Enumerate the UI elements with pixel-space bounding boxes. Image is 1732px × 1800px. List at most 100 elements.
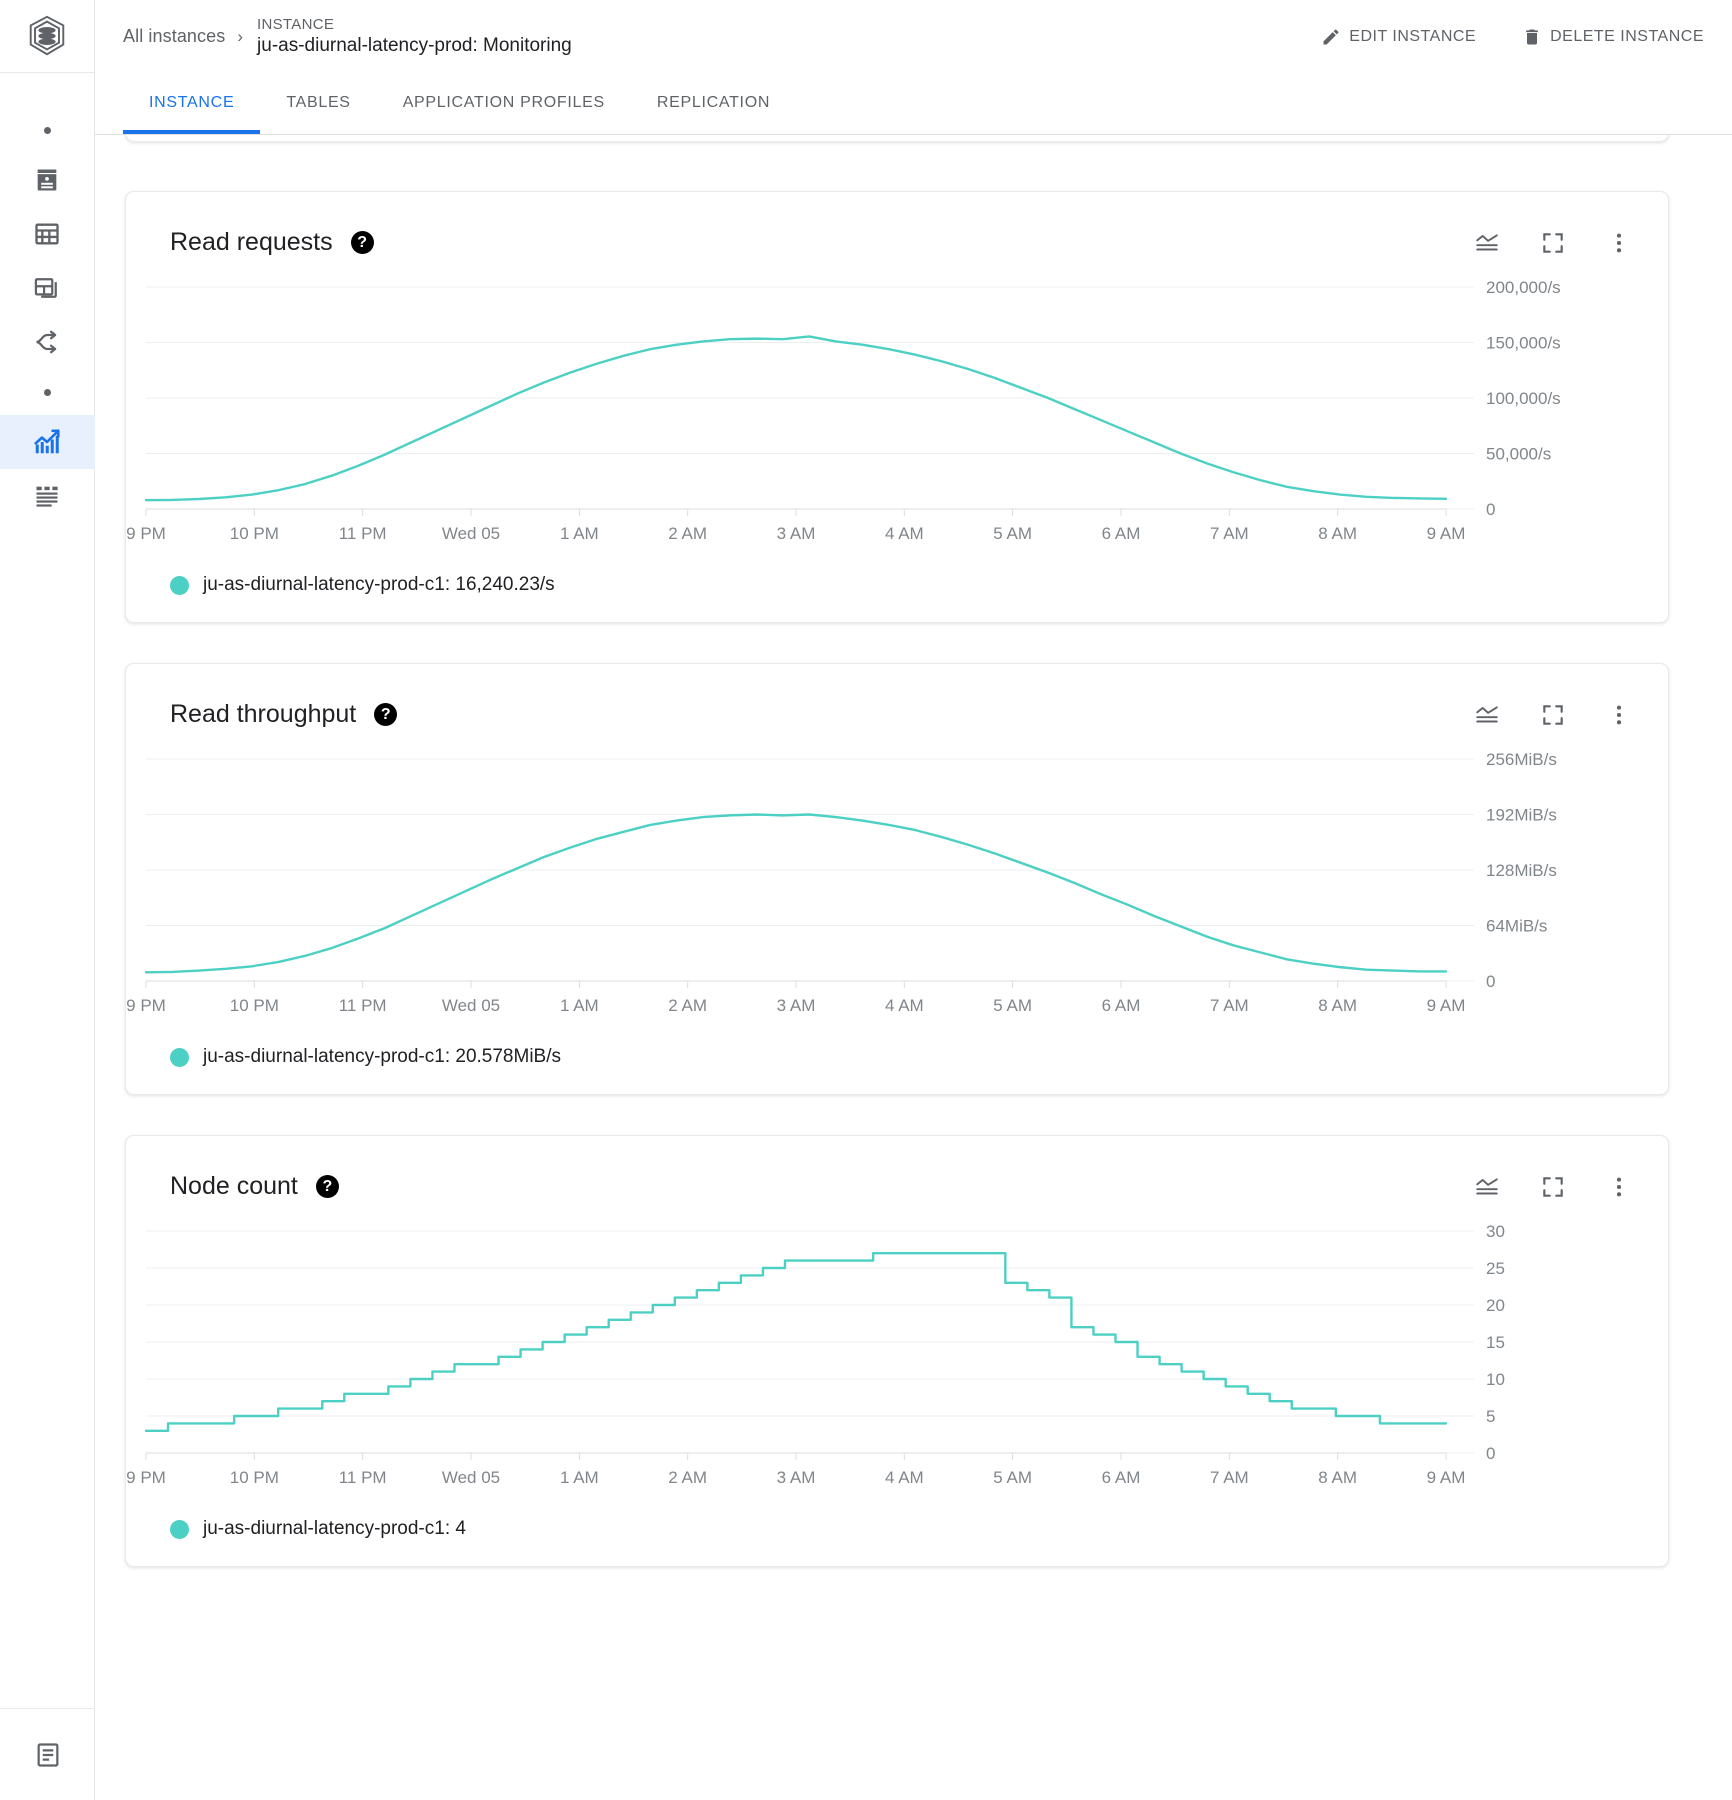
more-vert-icon[interactable] [1606, 230, 1632, 256]
chart-title: Node count [170, 1172, 298, 1200]
more-vert-icon[interactable] [1606, 702, 1632, 728]
document-note-icon [37, 1742, 58, 1767]
chart-card-read-requests: Read requests ? 0 50,000/s 100,000/s 150… [125, 191, 1669, 623]
svg-text:150,000/s: 150,000/s [1486, 334, 1561, 353]
tab-instance[interactable]: INSTANCE [123, 72, 261, 134]
svg-text:5 AM: 5 AM [993, 524, 1032, 543]
sidebar-item-release-notes[interactable] [0, 1708, 95, 1800]
breadcrumb-current: INSTANCE ju-as-diurnal-latency-prod: Mon… [257, 16, 572, 57]
more-vert-icon[interactable] [1606, 1174, 1632, 1200]
svg-text:0: 0 [1486, 972, 1495, 991]
svg-text:10: 10 [1486, 1370, 1505, 1389]
chart-plot-area[interactable]: 0 64MiB/s 128MiB/s 192MiB/s 256MiB/s 9 PM 10 P… [126, 745, 1668, 1040]
svg-text:1 AM: 1 AM [560, 1468, 599, 1487]
breadcrumb: All instances › INSTANCE ju-as-diurnal-l… [95, 16, 572, 57]
svg-text:9 AM: 9 AM [1427, 524, 1466, 543]
svg-text:0: 0 [1486, 500, 1495, 519]
trash-icon [1526, 29, 1538, 44]
fullscreen-icon[interactable] [1540, 230, 1566, 256]
svg-text:9 PM: 9 PM [126, 996, 166, 1015]
chart-svg: 0 5 10 15 20 25 30 9 PM 10 PM 11 PM Wed 05 1 AM 2 AM… [126, 1222, 1505, 1487]
svg-text:Wed 05: Wed 05 [442, 996, 500, 1015]
svg-text:30: 30 [1486, 1222, 1505, 1241]
svg-text:50,000/s: 50,000/s [1486, 445, 1551, 464]
svg-text:4 AM: 4 AM [885, 1468, 924, 1487]
legend-label[interactable]: ju-as-diurnal-latency-prod-c1: 4 [203, 1518, 466, 1540]
legend-label[interactable]: ju-as-diurnal-latency-prod-c1: 16,240.23… [203, 574, 555, 596]
edit-instance-label: EDIT INSTANCE [1349, 27, 1477, 45]
svg-text:9 PM: 9 PM [126, 524, 166, 543]
svg-text:7 AM: 7 AM [1210, 996, 1249, 1015]
instance-icon [37, 169, 57, 191]
bigtable-logo-icon [29, 15, 65, 56]
breadcrumb-all-instances[interactable]: All instances [123, 26, 225, 47]
svg-text:0: 0 [1486, 1444, 1495, 1463]
top-app-bar: All instances › INSTANCE ju-as-diurnal-l… [95, 0, 1732, 73]
chart-card-header: Read throughput ? [126, 664, 1668, 729]
chart-card-node-count: Node count ? 0 5 10 15 20 25 30 9 PM 10 … [125, 1135, 1669, 1567]
sidebar-item-dot-top[interactable] [0, 107, 95, 153]
top-actions: EDIT INSTANCE DELETE INSTANCE [1319, 21, 1732, 53]
svg-text:11 PM: 11 PM [339, 524, 387, 543]
dot-icon [43, 126, 51, 134]
svg-text:8 AM: 8 AM [1318, 1468, 1357, 1487]
chart-card-header: Read requests ? [126, 192, 1668, 257]
edit-instance-button[interactable]: EDIT INSTANCE [1319, 21, 1478, 53]
dot-icon [43, 388, 51, 396]
stacked-lines-icon[interactable] [1474, 1174, 1500, 1200]
sidebar-item-app-profiles[interactable] [0, 261, 95, 315]
svg-text:1 AM: 1 AM [560, 996, 599, 1015]
svg-text:11 PM: 11 PM [339, 996, 387, 1015]
svg-text:128MiB/s: 128MiB/s [1486, 861, 1557, 880]
svg-text:8 AM: 8 AM [1318, 524, 1357, 543]
chart-plot-area[interactable]: 0 5 10 15 20 25 30 9 PM 10 PM 11 PM Wed 05 1 AM 2 AM… [126, 1217, 1668, 1512]
sidebar-item-replication[interactable] [0, 315, 95, 369]
svg-text:10 PM: 10 PM [230, 524, 279, 543]
chart-plot-area[interactable]: 0 50,000/s 100,000/s 150,000/s 200,000/s 9 PM… [126, 273, 1668, 568]
svg-text:9 PM: 9 PM [126, 1468, 166, 1487]
stacked-lines-icon[interactable] [1474, 702, 1500, 728]
table-grid-icon [35, 223, 59, 245]
fullscreen-icon[interactable] [1540, 702, 1566, 728]
delete-instance-label: DELETE INSTANCE [1550, 27, 1704, 45]
svg-text:20: 20 [1486, 1296, 1505, 1315]
svg-text:5: 5 [1486, 1407, 1495, 1426]
tab-tables[interactable]: TABLES [260, 72, 376, 134]
pencil-icon [1323, 28, 1339, 44]
sidebar-item-tables[interactable] [0, 207, 95, 261]
svg-text:3 AM: 3 AM [777, 1468, 816, 1487]
svg-text:4 AM: 4 AM [885, 996, 924, 1015]
tab-replication[interactable]: REPLICATION [631, 72, 796, 134]
fullscreen-icon[interactable] [1540, 1174, 1566, 1200]
sidebar-item-dot-bottom[interactable] [0, 369, 95, 415]
svg-text:6 AM: 6 AM [1102, 1468, 1141, 1487]
svg-text:200,000/s: 200,000/s [1486, 278, 1561, 297]
help-icon[interactable]: ? [350, 231, 374, 254]
legend-label[interactable]: ju-as-diurnal-latency-prod-c1: 20.578MiB… [203, 1046, 561, 1068]
svg-text:64MiB/s: 64MiB/s [1486, 917, 1547, 936]
svg-text:7 AM: 7 AM [1210, 1468, 1249, 1487]
help-icon[interactable]: ? [374, 703, 398, 726]
svg-text:25: 25 [1486, 1259, 1505, 1278]
sidebar-item-data[interactable] [0, 469, 95, 523]
svg-text:2 AM: 2 AM [668, 524, 707, 543]
sidebar-item-monitoring[interactable] [0, 415, 95, 469]
tab-application-profiles[interactable]: APPLICATION PROFILES [377, 72, 631, 134]
chart-card-tools [1474, 1174, 1632, 1200]
svg-text:3 AM: 3 AM [777, 996, 816, 1015]
chart-legend: ju-as-diurnal-latency-prod-c1: 16,240.23… [126, 568, 1668, 626]
svg-text:11 PM: 11 PM [339, 1468, 387, 1487]
svg-text:6 AM: 6 AM [1102, 524, 1141, 543]
stacked-lines-icon[interactable] [1474, 230, 1500, 256]
svg-text:9 AM: 9 AM [1427, 996, 1466, 1015]
sidebar-item-instances[interactable] [0, 153, 95, 207]
chart-card-read-throughput: Read throughput ? 0 64MiB/s 128MiB/s 192… [125, 663, 1669, 1095]
svg-text:Wed 05: Wed 05 [442, 1468, 500, 1487]
delete-instance-button[interactable]: DELETE INSTANCE [1520, 21, 1706, 53]
bigtable-logo[interactable] [0, 0, 94, 73]
breadcrumb-kind-label: INSTANCE [257, 15, 335, 33]
help-icon[interactable]: ? [315, 1175, 339, 1198]
svg-text:256MiB/s: 256MiB/s [1486, 750, 1557, 769]
legend-swatch [170, 575, 189, 595]
tab-bar: INSTANCE TABLES APPLICATION PROFILES REP… [95, 73, 1732, 135]
